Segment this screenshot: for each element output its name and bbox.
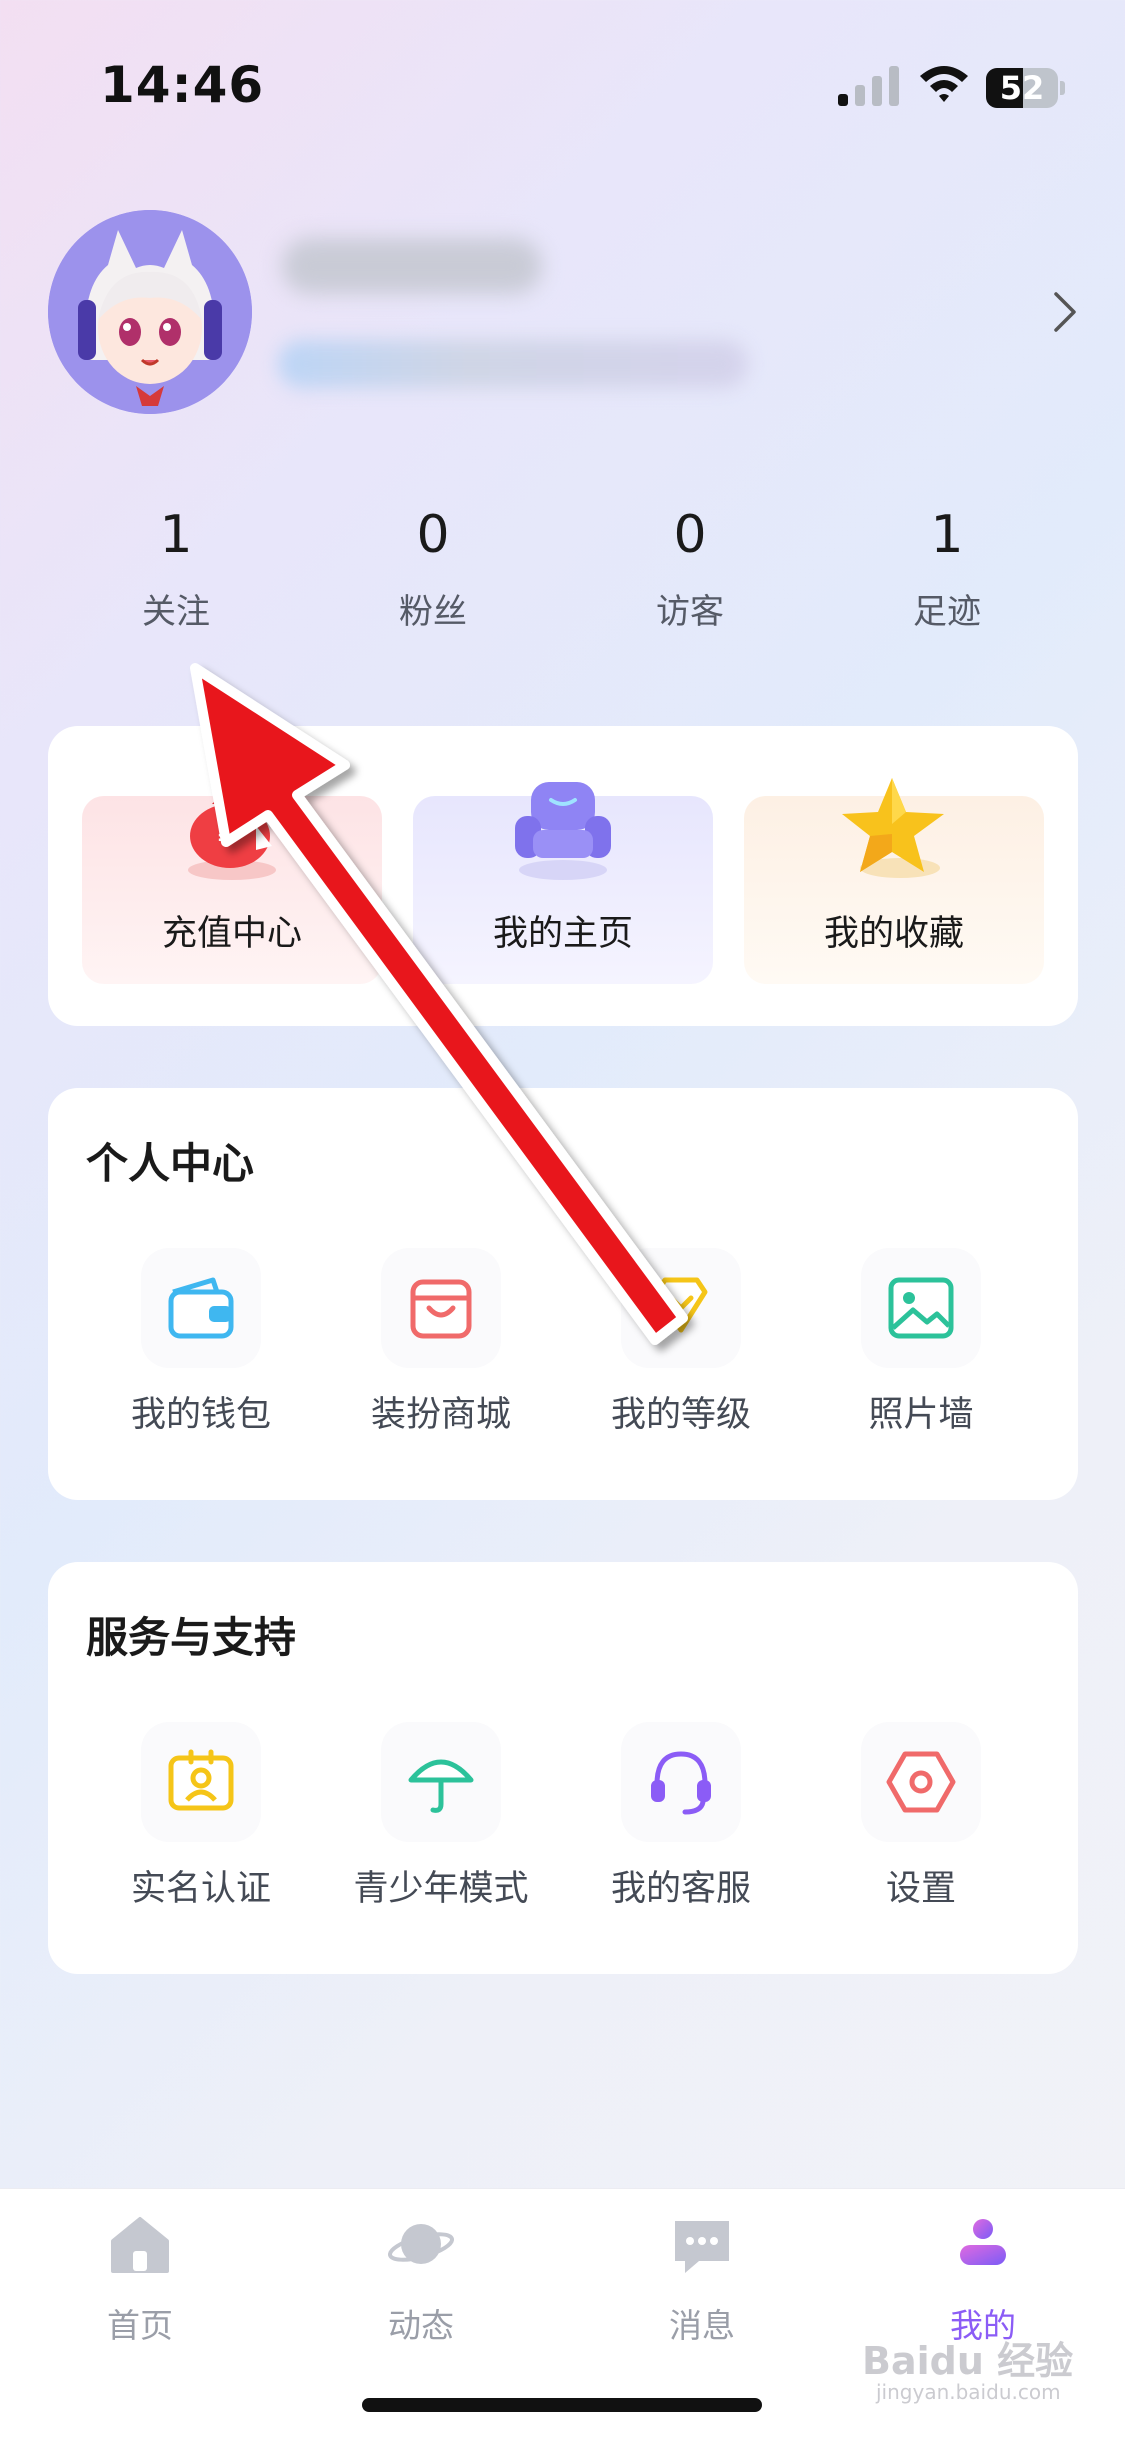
tab-messages[interactable]: 消息: [612, 2211, 792, 2347]
home-indicator: [362, 2398, 762, 2412]
umbrella-icon: [408, 1759, 474, 1813]
avatar-image: [48, 210, 252, 414]
grid-label: 照片墙: [868, 1395, 974, 1435]
chevron-right-icon[interactable]: [1052, 290, 1078, 334]
stat-label: 关注: [142, 592, 210, 632]
grid-label: 设置: [885, 1869, 956, 1909]
stat-visitors[interactable]: 0 访客: [605, 500, 775, 633]
avatar[interactable]: [48, 210, 252, 414]
stats-row: 1 关注 0 粉丝 0 访客 1 足迹: [48, 500, 1078, 650]
id-card-icon: [168, 1749, 234, 1811]
level-gem-icon: [654, 1277, 708, 1333]
grid-label: 实名认证: [130, 1869, 271, 1909]
status-bar: 14:46 52: [0, 0, 1125, 150]
recharge-center-button[interactable]: ¥ 充值中心: [82, 794, 382, 984]
stat-value: 1: [159, 505, 193, 565]
feature-card: ¥ 充值中心 我的主页 我的收藏: [48, 726, 1078, 1026]
customer-service-button[interactable]: 我的客服: [571, 1722, 791, 1911]
section-title: 服务与支持: [86, 1613, 297, 1662]
grid-label: 我的客服: [610, 1869, 751, 1909]
real-name-auth-button[interactable]: 实名认证: [91, 1722, 311, 1911]
stat-label: 访客: [656, 592, 724, 632]
status-time: 14:46: [100, 56, 265, 114]
star-icon: [842, 778, 944, 878]
home-icon: [111, 2217, 169, 2273]
username-blurred: [282, 238, 542, 294]
wifi-icon: [920, 66, 968, 102]
user-id-blurred: [278, 340, 748, 388]
headset-icon: [651, 1751, 711, 1815]
section-title: 个人中心: [86, 1139, 255, 1188]
my-level-button[interactable]: 我的等级: [571, 1248, 791, 1437]
feature-label: 充值中心: [161, 914, 302, 954]
settings-button[interactable]: 设置: [811, 1722, 1031, 1911]
my-homepage-button[interactable]: 我的主页: [413, 782, 713, 984]
stat-label: 足迹: [913, 592, 981, 632]
stat-following[interactable]: 1 关注: [91, 500, 261, 633]
grid-label: 我的等级: [610, 1395, 751, 1435]
battery-icon: 52: [986, 68, 1066, 108]
tab-mine[interactable]: 我的: [893, 2211, 1073, 2347]
my-favorites-button[interactable]: 我的收藏: [744, 778, 1044, 984]
teen-mode-button[interactable]: 青少年模式: [331, 1722, 551, 1911]
stat-footprints[interactable]: 1 足迹: [862, 500, 1032, 633]
stat-fans[interactable]: 0 粉丝: [348, 500, 518, 633]
services-card: 服务与支持 实名认证 青少年模式 我的客服 设置: [48, 1562, 1078, 1974]
settings-hex-icon: [886, 1751, 956, 1813]
watermark: Baidu 经验: [862, 2339, 1074, 2383]
personal-center-card: 个人中心 我的钱包 装扮商城 我的等级 照片墙: [48, 1088, 1078, 1500]
sofa-icon: [515, 782, 611, 880]
stat-value: 0: [416, 505, 450, 565]
tab-label: 首页: [107, 2306, 173, 2345]
shopping-bag-icon: [410, 1279, 472, 1339]
planet-icon: [388, 2224, 454, 2264]
stat-value: 0: [673, 505, 707, 565]
tab-label: 消息: [669, 2306, 735, 2345]
feature-label: 我的主页: [492, 914, 633, 954]
stat-label: 粉丝: [399, 592, 467, 632]
tab-moments[interactable]: 动态: [331, 2211, 511, 2347]
person-icon: [960, 2219, 1006, 2265]
photo-wall-button[interactable]: 照片墙: [811, 1248, 1031, 1437]
photo-icon: [888, 1277, 954, 1339]
stat-value: 1: [930, 505, 964, 565]
feature-label: 我的收藏: [823, 914, 964, 954]
money-bag-icon: ¥: [188, 794, 276, 880]
wallet-button[interactable]: 我的钱包: [91, 1248, 311, 1437]
grid-label: 青少年模式: [353, 1869, 529, 1909]
grid-label: 装扮商城: [370, 1395, 511, 1435]
battery-level: 52: [999, 69, 1045, 107]
grid-label: 我的钱包: [130, 1395, 271, 1435]
watermark-sub: jingyan.baidu.com: [876, 2380, 1061, 2404]
tab-home[interactable]: 首页: [50, 2211, 230, 2347]
svg-text:¥: ¥: [218, 823, 236, 853]
dressup-mall-button[interactable]: 装扮商城: [331, 1248, 551, 1437]
wallet-icon: [168, 1277, 234, 1339]
chat-icon: [675, 2221, 729, 2273]
cellular-signal-icon: [838, 66, 899, 106]
tab-label: 动态: [388, 2306, 454, 2345]
